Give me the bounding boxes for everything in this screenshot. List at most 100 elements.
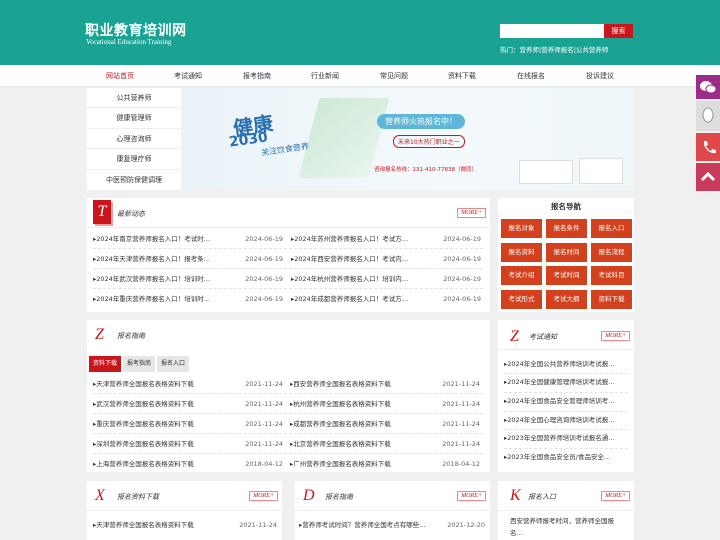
reg-nav-button[interactable]: 报名流程 — [591, 243, 632, 262]
site-logo-title[interactable]: 职业教育培训网 — [85, 20, 187, 40]
more-button[interactable]: MORE+ — [601, 331, 630, 341]
guide-item[interactable]: ▸深圳营养师全国报名表格资料下载 2021-11-24 — [93, 434, 283, 454]
panel-header: X 报名资料下载 MORE+ — [87, 481, 282, 511]
wechat-float-button[interactable] — [696, 75, 720, 99]
category-item[interactable]: 公共营养师 — [87, 88, 181, 109]
registration-nav: 报名导航 报名对象 报名条件 报名入口 报名资料 报名时间 报名流程 考试介绍 … — [498, 198, 634, 312]
panel-title: 考试通知 — [529, 333, 557, 341]
entry-panel: K 报名入口 MORE+ 西安营养师报考时间，营养师全国报 名… — [498, 481, 634, 540]
panel-header: T 最新动态 MORE+ — [87, 198, 490, 228]
site-logo-subtitle: Vocational Education Training — [86, 38, 172, 46]
wechat-icon — [700, 81, 717, 94]
guide-item[interactable]: ▸杭州营养师全国报名表格资料下载 2021-11-24 — [290, 394, 480, 414]
guide-item[interactable]: ▸武汉营养师全国报名表格资料下载 2021-11-24 — [93, 394, 283, 414]
section-letter-icon: X — [95, 487, 105, 504]
guide-item[interactable]: ▸重庆营养师全国报名表格资料下载 2021-11-24 — [93, 414, 283, 434]
category-item[interactable]: 中医预防保健调理 — [87, 170, 181, 190]
guide-item[interactable]: ▸北京营养师全国报名表格资料下载 2021-11-24 — [290, 434, 480, 454]
category-item[interactable]: 心理咨询师 — [87, 129, 181, 150]
panel-title: 报名入口 — [528, 493, 556, 501]
nav-exam-guide[interactable]: 报考指南 — [243, 65, 271, 87]
download-panel: X 报名资料下载 MORE+ ▸天津营养师全国报名表格资料下载 2021-11-2… — [87, 481, 282, 540]
exam-notice-panel: Z 考试通知 MORE+ ▸2024年全国公共营养师培训考试报… ▸2024年全… — [498, 320, 634, 472]
search-input[interactable] — [500, 24, 604, 38]
reg-nav-button[interactable]: 考试时间 — [546, 266, 587, 285]
panel-header: Z 报名指南 — [87, 320, 490, 350]
news-item[interactable]: ▸2024年武汉营养师报名入口！培训时… 2024-06-19 — [93, 269, 283, 289]
panel-header: Z 考试通知 MORE+ — [498, 320, 634, 350]
news-item[interactable]: ▸2024年杭州营养师报名入口！培训内… 2024-06-19 — [291, 269, 481, 289]
category-item[interactable]: 健康管理师 — [87, 108, 181, 129]
main-nav: 网站首页 考试通知 报考指南 行业新闻 常见问题 资料下载 在线报名 投诉建议 — [0, 65, 720, 87]
news-item[interactable]: ▸2024年成都营养师报名入口！考试方… 2024-06-19 — [291, 289, 481, 309]
hot-keywords[interactable]: 热门：营养师|营养师报名|公共营养师 — [500, 44, 608, 54]
reg-nav-button[interactable]: 报名条件 — [546, 219, 587, 238]
news-item[interactable]: ▸2024年天津营养师报名入口！报考条… 2024-06-19 — [93, 249, 283, 269]
section-letter-icon: Z — [95, 326, 104, 343]
phone-float-button[interactable] — [696, 133, 720, 161]
news-item[interactable]: ▸2024年苏州营养师报名入口！考试方… 2024-06-19 — [291, 229, 481, 249]
section-letter-icon: T — [93, 200, 111, 224]
reg-nav-button[interactable]: 报名对象 — [501, 219, 542, 238]
entry-text[interactable]: 西安营养师报考时间，营养师全国报 — [510, 515, 630, 527]
reg-nav-button[interactable]: 资料下载 — [591, 290, 632, 309]
guide-item[interactable]: ▸上海营养师全国报名表格资料下载 2018-04-12 — [93, 454, 283, 474]
reg-nav-button[interactable]: 考试形式 — [501, 290, 542, 309]
nav-downloads[interactable]: 资料下载 — [448, 65, 476, 87]
latest-news-panel: T 最新动态 MORE+ ▸2024年南京营养师报名入口！考试时… 2024-06… — [87, 198, 490, 312]
banner-book-image — [519, 160, 573, 184]
back-to-top-button[interactable] — [696, 163, 720, 191]
tab-registration-entry[interactable]: 报名入口 — [157, 356, 190, 372]
download-item[interactable]: ▸天津营养师全国报名表格资料下载 2021-11-24 — [93, 515, 277, 535]
nav-feedback[interactable]: 投诉建议 — [586, 65, 614, 87]
news-item[interactable]: ▸2024年南京营养师报名入口！考试时… 2024-06-19 — [93, 229, 283, 249]
section-letter-icon: K — [510, 487, 521, 504]
panel-title: 最新动态 — [117, 210, 145, 218]
reg-nav-button[interactable]: 报名资料 — [501, 243, 542, 262]
nav-industry-news[interactable]: 行业新闻 — [311, 65, 339, 87]
category-menu: 公共营养师 健康管理师 心理咨询师 康复理疗师 中医预防保健调理 — [87, 88, 181, 190]
reg-nav-button[interactable]: 考试科目 — [591, 266, 632, 285]
news-item[interactable]: ▸2024年重庆营养师报名入口！培训时… 2024-06-19 — [93, 289, 283, 309]
section-letter-icon: D — [303, 487, 315, 504]
exam-notice-item[interactable]: ▸2024年全国心理咨询师培训考试报… — [504, 412, 628, 429]
more-button[interactable]: MORE+ — [249, 491, 278, 501]
more-button[interactable]: MORE+ — [601, 491, 630, 501]
tab-exam-guide[interactable]: 报考指南 — [123, 356, 156, 372]
reg-nav-button[interactable]: 报名时间 — [546, 243, 587, 262]
reg-nav-button[interactable]: 考试介绍 — [501, 266, 542, 285]
news-item[interactable]: ▸2024年西安营养师报名入口！考试内… 2024-06-19 — [291, 249, 481, 269]
reg-nav-button[interactable]: 考试大纲 — [546, 290, 587, 309]
exam-notice-item[interactable]: ▸2023年全国营养师培训考试报名通… — [504, 430, 628, 447]
panel-header: D 报名指南 MORE+ — [295, 481, 490, 511]
exam-notice-item[interactable]: ▸2024年全国公共营养师培训考试报… — [504, 356, 628, 373]
more-button[interactable]: MORE+ — [457, 491, 486, 501]
exam-notice-item[interactable]: ▸2024年全国健康管理师培训考试报… — [504, 374, 628, 391]
nav-home[interactable]: 网站首页 — [106, 65, 134, 87]
nav-online-registration[interactable]: 在线报名 — [517, 65, 545, 87]
tab-downloads[interactable]: 资料下载 — [89, 356, 122, 372]
guide-item[interactable]: ▸广州营养师全国报名表格资料下载 2018-04-12 — [290, 454, 480, 474]
search-button[interactable]: 搜索 — [604, 24, 633, 38]
entry-text-cont: 名… — [510, 529, 523, 537]
more-button[interactable]: MORE+ — [457, 208, 486, 218]
hero-banner[interactable]: 健康 2030 关注饮食营养 营养师火热报名中！ 未来10大热门职业之一 咨询报… — [181, 88, 633, 190]
guide-item[interactable]: ▸天津营养师全国报名表格资料下载 2021-11-24 — [93, 374, 283, 394]
category-item[interactable]: 康复理疗师 — [87, 149, 181, 170]
panel-title: 报名指南 — [117, 332, 145, 340]
qq-float-button[interactable] — [696, 101, 720, 131]
nav-exam-notice[interactable]: 考试通知 — [174, 65, 202, 87]
banner-certificate-image — [579, 158, 623, 184]
nav-faq[interactable]: 常见问题 — [380, 65, 408, 87]
panel-title: 报名资料下载 — [117, 493, 159, 501]
reg-nav-button[interactable]: 报名入口 — [591, 219, 632, 238]
exam-notice-item[interactable]: ▸2024年全国食品安全管理师培训考… — [504, 393, 628, 410]
section-letter-icon: Z — [510, 328, 519, 345]
banner-headline: 营养师火热报名中！ — [377, 114, 465, 129]
guide-item[interactable]: ▸成都营养师全国报名表格资料下载 2021-11-24 — [290, 414, 480, 434]
exam-notice-item[interactable]: ▸2023年全国食品安全员/食品安全… — [504, 449, 628, 466]
guide-item[interactable]: ▸西安营养师全国报名表格资料下载 2021-11-24 — [290, 374, 480, 394]
panel-title: 报名指南 — [325, 493, 353, 501]
guide-bottom-item[interactable]: ▸营养师考试时间？营养师全国考点有哪些… 2021-12-20 — [299, 515, 485, 535]
banner-phone: 咨询报名热线：131-410-77838（微同） — [374, 167, 477, 173]
